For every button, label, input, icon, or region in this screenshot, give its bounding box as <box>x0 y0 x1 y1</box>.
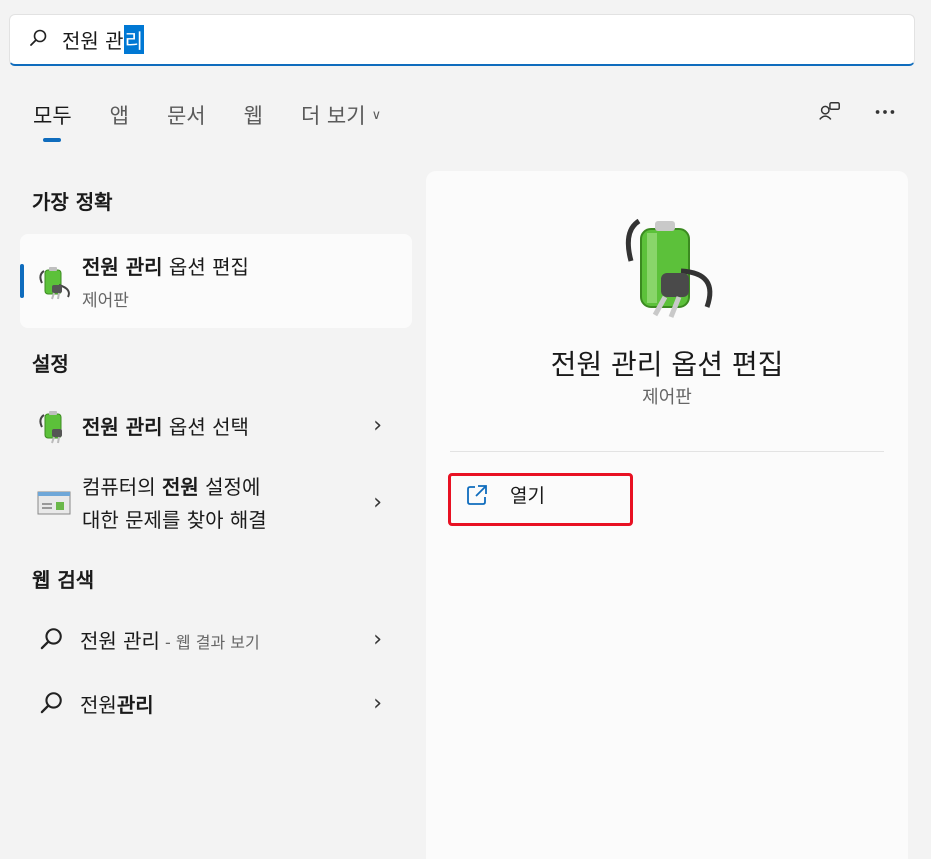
web-result-main: 전원 관리 <box>80 628 160 653</box>
web-result-bold: 관리 <box>116 692 154 717</box>
best-match-subtitle: 제어판 <box>82 291 129 311</box>
best-match-title-rest: 옵션 편집 <box>162 255 249 279</box>
chevron-right-icon: › <box>373 412 382 438</box>
web-result-suffix: - 웹 결과 보기 <box>159 632 260 652</box>
chevron-right-icon: › <box>373 690 382 716</box>
power-options-icon <box>39 267 70 300</box>
chevron-down-icon: ∨ <box>371 108 382 123</box>
best-match-title-bold: 전원 관리 <box>82 255 163 279</box>
settings-item-bold: 전원 <box>161 475 199 499</box>
open-external-icon <box>467 484 487 505</box>
tab-apps[interactable]: 앱 <box>110 100 129 144</box>
search-query-selection: 리 <box>123 25 144 54</box>
settings-item-power-plan[interactable]: 전원 관리 옵션 선택 › <box>20 400 412 450</box>
search-icon <box>40 692 62 714</box>
settings-item-post: 설정에 <box>198 475 261 499</box>
settings-item-line2: 대한 문제를 찾아 해결 <box>82 508 267 532</box>
search-icon <box>28 28 48 52</box>
tab-all[interactable]: 모두 <box>33 100 72 144</box>
top-right-actions <box>815 98 899 126</box>
tab-documents[interactable]: 문서 <box>167 100 206 144</box>
open-label: 열기 <box>510 485 545 507</box>
chevron-right-icon: › <box>373 489 382 515</box>
search-input[interactable]: 전원 관리 <box>62 25 144 54</box>
best-match-heading: 가장 정확 <box>32 190 113 214</box>
chevron-right-icon: › <box>373 626 382 652</box>
settings-item-rest: 옵션 선택 <box>162 414 249 439</box>
search-query-text: 전원 관 <box>62 29 124 53</box>
power-options-icon <box>39 411 62 444</box>
details-subtitle: 제어판 <box>642 387 692 408</box>
divider <box>450 451 884 452</box>
troubleshoot-icon <box>37 491 71 515</box>
best-match-item[interactable]: 전원 관리 옵션 편집 제어판 <box>20 234 412 328</box>
web-result-item[interactable]: 전원관리 › <box>20 678 412 728</box>
more-options-icon[interactable] <box>871 98 899 126</box>
selection-indicator <box>20 264 24 298</box>
details-panel: 전원 관리 옵션 편집 제어판 열기 <box>426 171 908 859</box>
settings-item-troubleshoot[interactable]: 컴퓨터의 전원 설정에 대한 문제를 찾아 해결 › <box>20 470 412 534</box>
web-result-item[interactable]: 전원 관리 - 웹 결과 보기 › <box>20 614 412 664</box>
settings-heading: 설정 <box>32 352 69 376</box>
power-options-icon <box>625 218 713 318</box>
web-result-pre: 전원 <box>80 692 117 717</box>
details-title: 전원 관리 옵션 편집 <box>550 348 784 381</box>
tab-more[interactable]: 더 보기 ∨ <box>301 100 381 144</box>
search-box[interactable]: 전원 관리 <box>9 14 915 66</box>
filter-tabs: 모두 앱 문서 웹 더 보기 ∨ <box>33 100 419 144</box>
tab-web[interactable]: 웹 <box>244 100 263 144</box>
feedback-icon[interactable] <box>815 98 843 126</box>
settings-item-bold: 전원 관리 <box>82 414 163 439</box>
open-button[interactable]: 열기 <box>466 481 545 508</box>
settings-item-pre: 컴퓨터의 <box>82 475 162 499</box>
web-search-heading: 웹 검색 <box>32 568 95 592</box>
search-icon <box>40 628 62 650</box>
